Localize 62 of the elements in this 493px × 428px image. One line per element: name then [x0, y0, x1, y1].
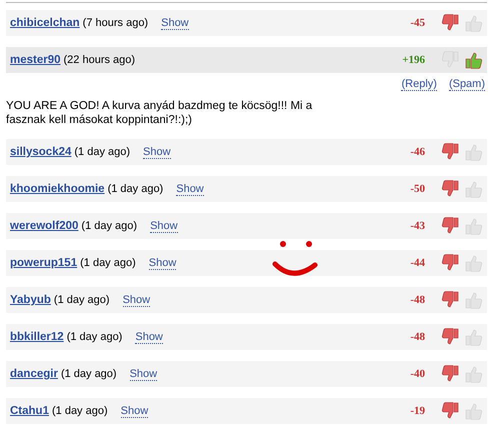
thumbs-up-icon[interactable] — [463, 364, 483, 384]
comment-score: -48 — [410, 294, 425, 306]
thumbs-down-icon[interactable] — [441, 179, 461, 199]
thumbs-up-icon[interactable] — [463, 179, 483, 199]
comment-time: (1 day ago) — [52, 405, 108, 417]
thumbs-down-icon[interactable] — [441, 13, 461, 33]
thumbs-up-icon[interactable] — [463, 50, 483, 70]
thumbs-down-icon[interactable] — [441, 364, 461, 384]
comment-score: -50 — [410, 183, 425, 195]
comment-score: -40 — [410, 368, 425, 380]
comment-time: (22 hours ago) — [64, 54, 136, 66]
thumbs-down-icon[interactable] — [441, 401, 461, 421]
thumbs-down-icon[interactable] — [441, 50, 461, 70]
comment-time: (1 day ago) — [74, 146, 130, 158]
comment-time: (1 day ago) — [108, 183, 164, 195]
comment-score: -44 — [410, 257, 425, 269]
comment-time: (1 day ago) — [66, 331, 122, 343]
show-link[interactable]: Show — [122, 294, 150, 306]
author-link[interactable]: bbkiller12 — [10, 331, 64, 343]
author-link[interactable]: dancegir — [10, 368, 58, 380]
comment-time: (1 day ago) — [80, 257, 136, 269]
author-link[interactable]: chibicelchan — [10, 17, 80, 29]
comment-score: -48 — [410, 331, 425, 343]
thumbs-up-icon[interactable] — [463, 327, 483, 347]
thumbs-up-icon[interactable] — [463, 253, 483, 273]
author-link[interactable]: khoomiekhoomie — [10, 183, 105, 195]
thumbs-down-icon[interactable] — [441, 253, 461, 273]
show-link[interactable]: Show — [135, 330, 163, 344]
show-link[interactable]: Show — [148, 256, 176, 270]
show-link[interactable]: Show — [176, 182, 204, 196]
reply-link[interactable]: (Reply) — [401, 78, 437, 91]
comment-score: -19 — [410, 405, 425, 417]
thumbs-down-icon[interactable] — [441, 216, 461, 236]
show-link[interactable]: Show — [161, 16, 189, 30]
author-link[interactable]: werewolf200 — [10, 220, 78, 232]
comment-score: -46 — [410, 146, 425, 158]
thumbs-up-icon[interactable] — [463, 142, 483, 162]
comment-time: (1 day ago) — [60, 368, 117, 380]
show-link[interactable]: Show — [130, 368, 158, 380]
comment-time: (1 day ago) — [81, 220, 138, 232]
thumbs-up-icon[interactable] — [463, 401, 483, 421]
spam-link[interactable]: (Spam) — [448, 78, 485, 91]
show-link[interactable]: Show — [150, 220, 178, 232]
show-link[interactable]: Show — [143, 146, 171, 158]
show-link[interactable]: Show — [120, 404, 148, 418]
author-link[interactable]: sillysock24 — [10, 146, 72, 158]
author-link[interactable]: mester90 — [10, 54, 61, 66]
comment-time: (1 day ago) — [54, 294, 110, 306]
comment-time: (7 hours ago) — [82, 17, 148, 29]
author-link[interactable]: powerup151 — [10, 257, 78, 269]
thumbs-down-icon[interactable] — [441, 290, 461, 310]
thumbs-up-icon[interactable] — [463, 216, 483, 236]
thumbs-down-icon[interactable] — [441, 142, 461, 162]
author-link[interactable]: Ctahu1 — [10, 405, 49, 417]
comment-score: -43 — [410, 220, 425, 232]
thumbs-up-icon[interactable] — [463, 290, 483, 310]
thumbs-up-icon[interactable] — [463, 13, 483, 33]
author-link[interactable]: Yabyub — [10, 294, 51, 306]
thumbs-down-icon[interactable] — [441, 327, 461, 347]
comment-text: YOU ARE A GOD! A kurva anyád bazdmeg te köcsög!!! Mi a fasznak kell másokat koppintani?!:);) — [6, 99, 314, 127]
comment-score: +196 — [402, 54, 425, 66]
comment-score: -45 — [410, 17, 425, 29]
